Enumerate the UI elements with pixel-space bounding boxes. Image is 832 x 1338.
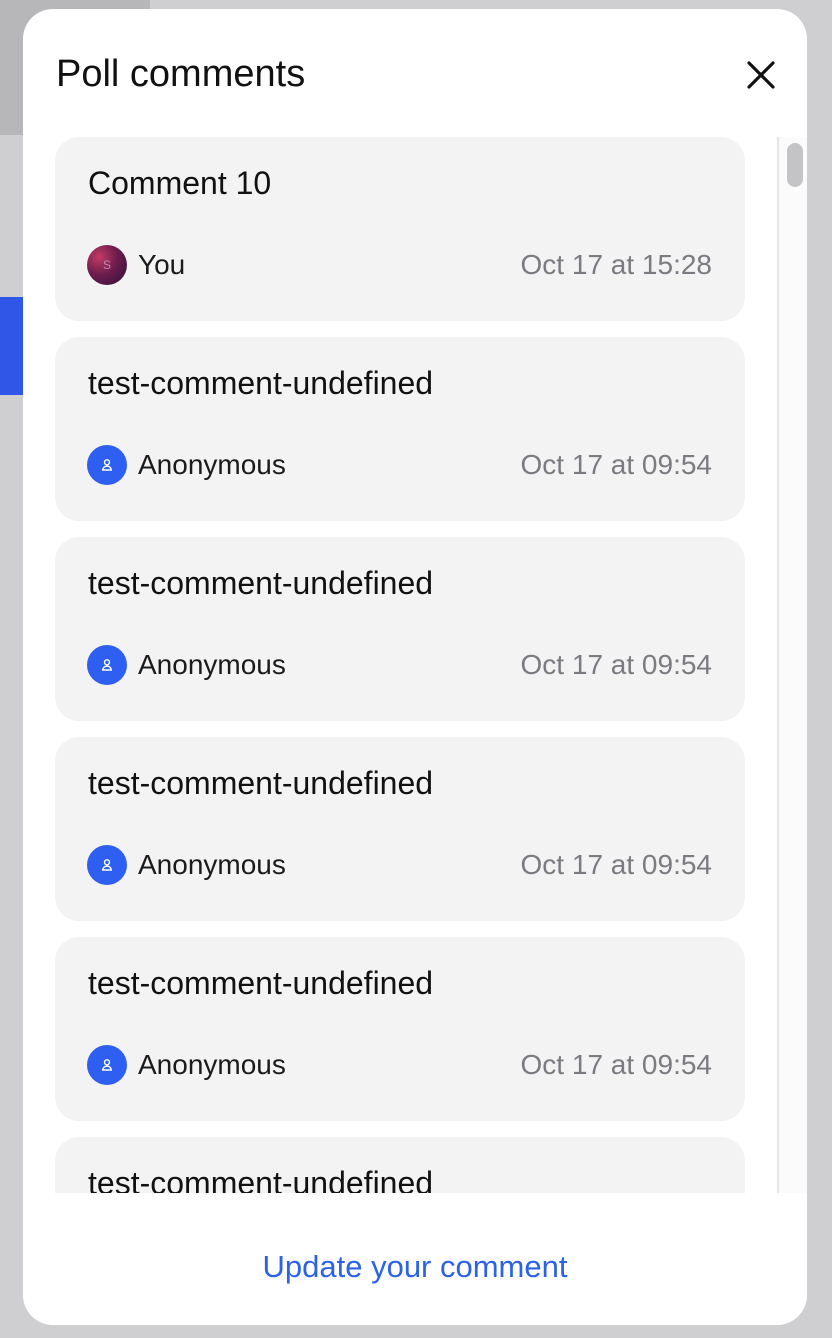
- comment-author: Anonymous: [138, 649, 286, 680]
- comment-timestamp: Oct 17 at 09:54: [520, 849, 712, 880]
- comment-author: Anonymous: [138, 1049, 286, 1080]
- anonymous-avatar: [87, 1045, 127, 1085]
- comment-timestamp: Oct 17 at 15:28: [520, 249, 712, 280]
- comment-timestamp: Oct 17 at 09:54: [520, 649, 712, 680]
- comment-timestamp: Oct 17 at 09:54: [520, 449, 712, 480]
- update-comment-button[interactable]: Update your comment: [23, 1247, 807, 1287]
- anonymous-user-icon: [101, 859, 113, 871]
- anonymous-avatar: [87, 845, 127, 885]
- user-avatar: S: [87, 245, 127, 285]
- comment-text: test-comment-undefined: [88, 565, 434, 601]
- comment-card: test-comment-undefined Anonymous Oct 17 …: [55, 337, 745, 521]
- comment-text: test-comment-undefined: [88, 365, 434, 401]
- close-icon: [747, 61, 775, 89]
- comment-timestamp: Oct 17 at 09:54: [520, 1049, 712, 1080]
- anonymous-user-icon: [101, 659, 113, 671]
- comment-card: test-comment-undefined Anonymous Oct 17 …: [55, 937, 745, 1121]
- comment-card: test-comment-undefined Anonymous Oct 17 …: [55, 737, 745, 921]
- scrollbar-thumb[interactable]: [787, 143, 803, 187]
- comment-card: test-comment-undefined Anonymous Oct 17 …: [55, 537, 745, 721]
- comment-author: Anonymous: [138, 849, 286, 880]
- anonymous-user-icon: [101, 459, 113, 471]
- comment-author: Anonymous: [138, 449, 286, 480]
- close-button[interactable]: [739, 53, 783, 97]
- anonymous-avatar: [87, 445, 127, 485]
- comment-text: test-comment-undefined: [88, 765, 434, 801]
- poll-comments-modal: Poll comments Comment 10 S You Oct 17 at…: [23, 9, 807, 1325]
- comment-text: Comment 10: [88, 165, 272, 201]
- comment-card: Comment 10 S You Oct 17 at 15:28: [55, 137, 745, 321]
- comment-text: test-comment-undefined: [88, 965, 434, 1001]
- scrollbar[interactable]: [777, 137, 807, 1193]
- comments-scroll-area[interactable]: Comment 10 S You Oct 17 at 15:28 test-co…: [23, 137, 807, 1193]
- comment-text: test-comment-undefined: [88, 1165, 434, 1193]
- anonymous-user-icon: [101, 1059, 113, 1071]
- comment-author: You: [138, 249, 186, 280]
- comment-list: Comment 10 S You Oct 17 at 15:28 test-co…: [55, 137, 745, 1193]
- modal-title: Poll comments: [56, 53, 306, 95]
- comment-card: test-comment-undefined: [55, 1137, 745, 1193]
- anonymous-avatar: [87, 645, 127, 685]
- avatar-initial: S: [102, 258, 111, 272]
